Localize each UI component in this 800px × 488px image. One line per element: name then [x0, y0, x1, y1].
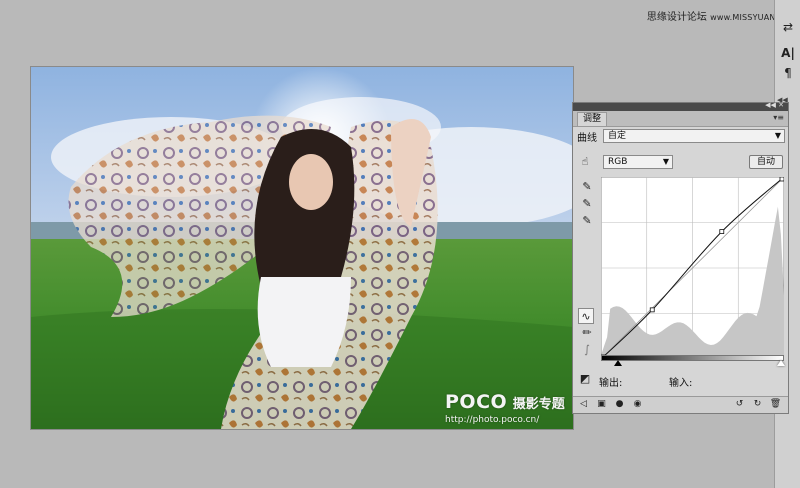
reset-icon[interactable]: ↻	[751, 398, 764, 411]
curve-control-point[interactable]	[779, 177, 784, 182]
curve-control-point[interactable]	[649, 307, 655, 313]
preset-value: 自定	[608, 131, 627, 141]
photo-canvas[interactable]: POCO 摄影专题 http://photo.poco.cn/	[30, 66, 574, 430]
previous-state-icon[interactable]: ↺	[733, 398, 746, 411]
white-eyedropper-icon[interactable]: ✎	[579, 213, 595, 229]
eye-icon[interactable]: ●	[613, 398, 626, 411]
chevron-down-icon: ▼	[662, 157, 669, 166]
watermark-site-name: 思缘设计论坛	[646, 12, 707, 23]
input-gradient-bar	[601, 355, 784, 361]
panel-menu-icon[interactable]: ▾≡	[773, 113, 784, 122]
white-point-slider[interactable]	[777, 360, 785, 366]
black-eyedropper-icon[interactable]: ✎	[579, 179, 595, 195]
panel-collapse-icon[interactable]: ◀◀ ✕	[765, 101, 784, 109]
curves-svg[interactable]	[601, 177, 784, 359]
paragraph-icon[interactable]: ¶	[779, 64, 797, 82]
adjustments-panel: ◀◀ ✕ 调整 ▾≡ 曲线 自定 ▼ ☝ RGB ▼ 自动 ✎ ✎ ✎ ∿ ✏ …	[572, 101, 789, 414]
curves-label: 曲线	[577, 133, 597, 144]
tab-adjustments[interactable]: 调整	[577, 112, 608, 126]
gray-eyedropper-icon[interactable]: ✎	[579, 196, 595, 212]
panel-footer: ◁ ▣ ● ◉ ↺ ↻ 🗑	[573, 396, 788, 413]
back-icon[interactable]: ◁	[577, 398, 590, 411]
auto-button[interactable]: 自动	[749, 155, 783, 169]
text-tool-icon[interactable]: A|	[779, 44, 797, 62]
poco-url: http://photo.poco.cn/	[445, 415, 540, 425]
pencil-icon[interactable]: ✏	[579, 325, 595, 341]
output-label: 输出:	[599, 378, 623, 389]
preset-dropdown[interactable]: 自定 ▼	[603, 129, 785, 143]
panel-tab-bar: 调整 ▾≡	[573, 111, 788, 127]
toggle-icon[interactable]: ⇄	[779, 18, 797, 36]
curves-graph[interactable]	[601, 177, 784, 359]
smooth-icon[interactable]: ∫	[579, 342, 595, 358]
black-point-slider[interactable]	[614, 360, 622, 366]
chevron-down-icon: ▼	[774, 131, 781, 140]
hand-target-icon[interactable]: ☝	[577, 154, 593, 170]
poco-tagline: 摄影专题	[512, 397, 565, 412]
poco-watermark: POCO 摄影专题 http://photo.poco.cn/	[445, 391, 565, 425]
panel-title-bar[interactable]: ◀◀ ✕	[573, 101, 788, 111]
clip-preview-icon[interactable]: ◩	[577, 371, 593, 387]
poco-brand: POCO	[445, 391, 508, 413]
clip-icon[interactable]: ▣	[595, 398, 608, 411]
visibility-icon[interactable]: ◉	[631, 398, 644, 411]
channel-dropdown[interactable]: RGB ▼	[603, 155, 673, 169]
channel-value: RGB	[608, 157, 628, 167]
photo-image	[31, 67, 573, 429]
input-label: 输入:	[669, 378, 693, 389]
curve-edit-icon[interactable]: ∿	[578, 308, 594, 324]
curve-control-point[interactable]	[719, 229, 725, 234]
delete-icon[interactable]: 🗑	[769, 398, 782, 411]
